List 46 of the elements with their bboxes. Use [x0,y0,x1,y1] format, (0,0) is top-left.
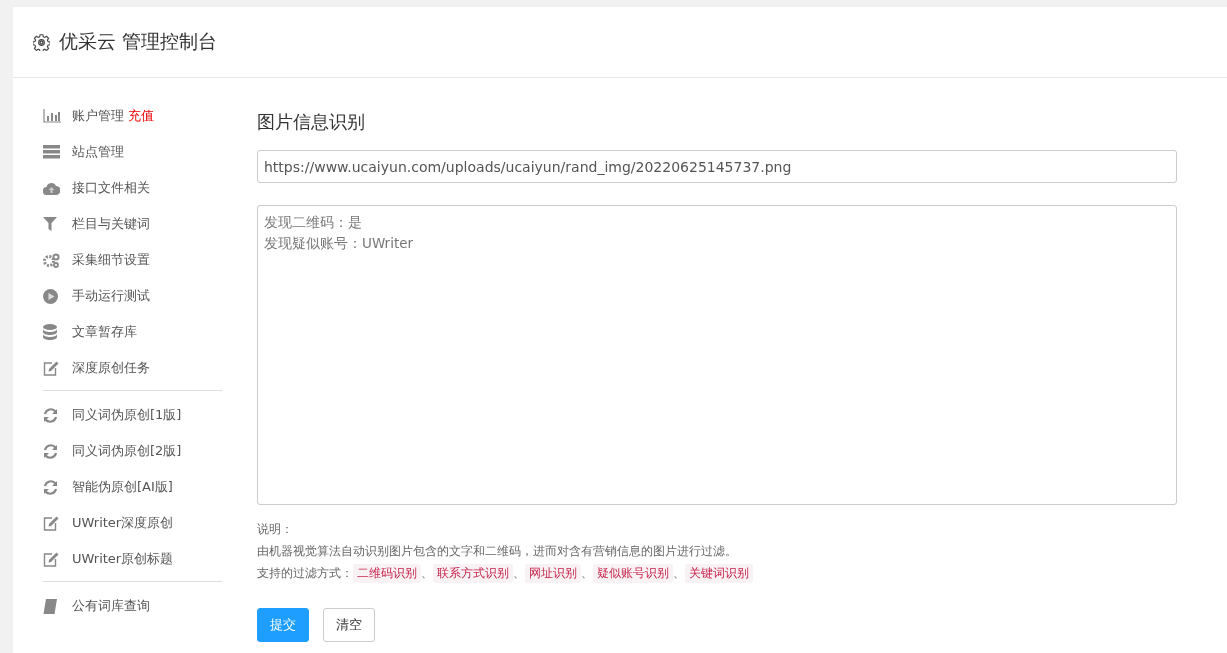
bar-chart-icon [43,109,61,123]
sidebar-link[interactable]: 站点管理 [72,134,124,170]
sidebar-link[interactable]: 栏目与关键词 [72,206,150,242]
filter-tag: 联系方式识别 [433,564,513,583]
server-icon [43,145,60,159]
gears-icon [43,252,60,268]
recharge-link[interactable]: 充值 [128,98,154,134]
filter-tag: 关键词识别 [685,564,753,583]
edit-icon [43,515,59,531]
sidebar-link[interactable]: 智能伪原创[AI版] [72,469,173,505]
refresh-icon [43,407,58,423]
separator-text: 、 [513,565,525,582]
filter-icon [43,217,57,231]
sidebar-link[interactable]: 账户管理 [72,98,124,134]
filters-label: 支持的过滤方式： [257,565,353,582]
separator-text: 、 [421,565,433,582]
edit-icon [43,360,59,376]
sidebar-link[interactable]: 深度原创任务 [72,350,150,386]
console-title: 优采云 管理控制台 [59,29,218,54]
note-label: 说明： [257,521,294,537]
filter-tag: 二维码识别 [353,564,421,583]
sidebar-link[interactable]: 接口文件相关 [72,170,150,206]
sidebar-link[interactable]: 文章暂存库 [72,314,137,350]
description-text: 由机器视觉算法自动识别图片包含的文字和二维码，进而对含有营销信息的图片进行过滤。 [257,543,738,559]
separator-text: 、 [581,565,593,582]
page-heading: 图片信息识别 [257,110,366,134]
url-field[interactable]: https://www.ucaiyun.com/uploads/ucaiyun/rand_img/20220625145737.png [257,150,1177,183]
sidebar-link[interactable]: UWriter原创标题 [72,541,174,577]
result-box[interactable]: 发现二维码：是 发现疑似账号：UWriter [257,205,1177,505]
refresh-icon [43,479,58,495]
cloud-upload-icon [43,181,60,195]
sidebar-link[interactable]: 公有词库查询 [72,588,150,624]
database-icon [43,324,57,340]
refresh-icon [43,443,58,459]
sidebar-link[interactable]: 同义词伪原创[1版] [72,397,182,433]
edit-icon [43,551,59,567]
sidebar-link[interactable]: UWriter深度原创 [72,505,174,541]
separator-text: 、 [673,565,685,582]
sidebar-link[interactable]: 手动运行测试 [72,278,150,314]
sidebar-link[interactable]: 采集细节设置 [72,242,150,278]
filter-tag: 网址识别 [525,564,581,583]
settings-icon [33,33,50,51]
sidebar-link[interactable]: 同义词伪原创[2版] [72,433,182,469]
filter-tag: 疑似账号识别 [593,564,673,583]
play-icon [43,288,58,304]
clear-button[interactable]: 清空 [323,608,375,642]
